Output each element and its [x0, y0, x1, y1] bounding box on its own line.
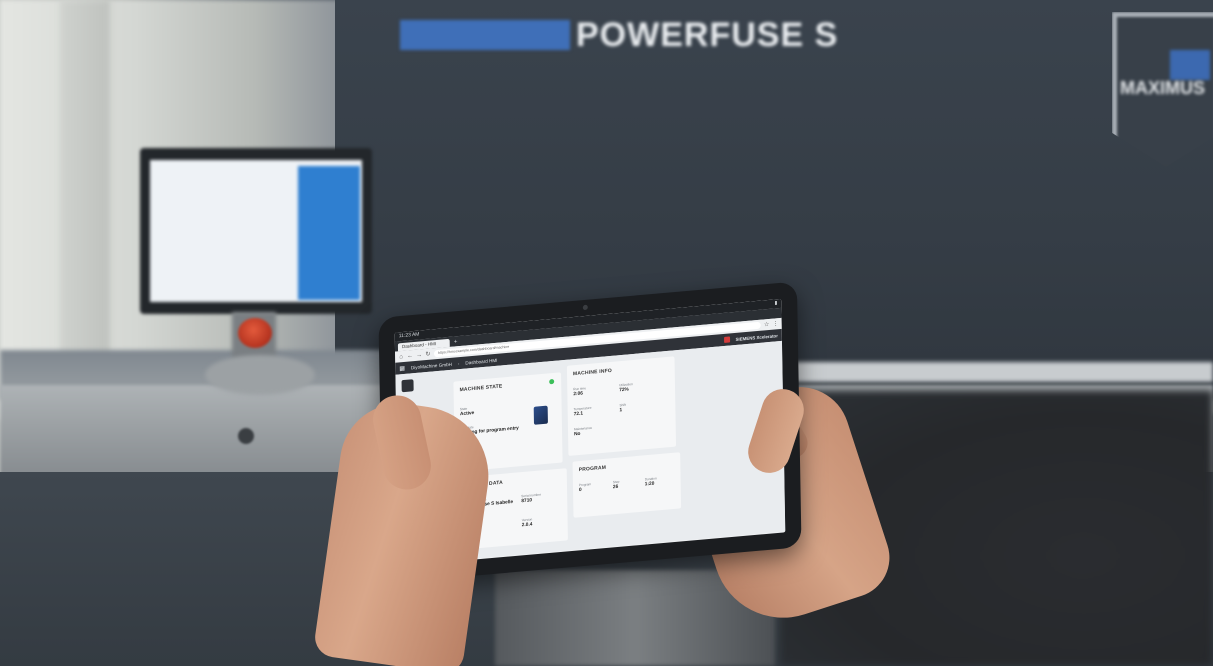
breadcrumb-separator: ›	[457, 360, 460, 366]
breadcrumb-company[interactable]: DiyoMachine GmbH	[411, 361, 452, 370]
battery-icon: ▮	[774, 300, 778, 307]
master-value-4: 2.0.4	[521, 522, 533, 529]
info-value-5: No	[574, 431, 581, 438]
reload-icon[interactable]: ↻	[425, 351, 431, 359]
menu-dots-icon[interactable]: ⋮	[773, 320, 779, 328]
brand-blue-block	[400, 20, 570, 50]
info-value-1: 2:06	[573, 391, 583, 398]
home-icon[interactable]: ⌂	[398, 353, 404, 360]
info-label-1: Run time	[573, 386, 587, 392]
machine-brand-logo: POWERFUSE S	[400, 14, 838, 56]
breadcrumb-page[interactable]: Dashboard HMI	[465, 357, 497, 365]
program-label-3: Duration	[644, 476, 657, 482]
program-label-2: Step	[612, 479, 620, 485]
background-badge-text: MAXIMUS	[1120, 78, 1205, 98]
back-arrow-icon[interactable]: ←	[407, 353, 413, 360]
info-value-3: 72.1	[573, 411, 584, 418]
machine-info-title: MACHINE INFO	[572, 367, 613, 378]
background-badge-blue	[1170, 50, 1210, 80]
background-hmi-sidebar	[298, 166, 360, 300]
program-value-3: 1:20	[644, 481, 655, 488]
emergency-stop-button	[238, 318, 272, 348]
app-grid-icon[interactable]: ▦	[399, 364, 405, 372]
state-label: State	[459, 406, 468, 412]
info-value-2: 72%	[619, 387, 629, 394]
photo-scene: POWERFUSE S MAXIMUS 11:23 AM ▮ Dashboard…	[0, 0, 1213, 666]
machine-state-title: MACHINE STATE	[459, 383, 503, 394]
alert-icon[interactable]	[723, 336, 730, 344]
tablet-camera-icon	[582, 304, 588, 311]
info-label-2: Utilization	[619, 382, 633, 388]
machine-rail	[760, 362, 1213, 382]
program-value-1: 0	[578, 487, 582, 494]
machine-info-card: MACHINE INFO Run time 2:06 Utilization 7…	[566, 356, 677, 456]
info-label-5: Maintenance	[573, 425, 593, 432]
program-value-2: 26	[612, 484, 619, 491]
counter-knob	[238, 428, 254, 444]
master-value-2: 8710	[521, 498, 533, 505]
star-icon[interactable]: ☆	[764, 321, 770, 329]
info-value-4: 1	[619, 408, 623, 414]
status-ok-icon	[549, 378, 555, 385]
machine-thumbnail	[533, 405, 548, 425]
hmi-base	[205, 355, 315, 395]
brand-name-text: POWERFUSE S	[576, 15, 839, 54]
program-title: PROGRAM	[578, 464, 607, 474]
program-label-1: Program	[578, 482, 592, 488]
info-label-4: Shift	[619, 402, 626, 408]
forward-arrow-icon[interactable]: →	[416, 352, 422, 359]
header-brand: SIEMENS Xcelerator	[735, 332, 778, 342]
status-time: 11:23 AM	[398, 331, 420, 340]
program-card: PROGRAM Program 0 Step 26 Duration 1:20	[572, 452, 682, 518]
new-tab-icon[interactable]: +	[450, 338, 462, 347]
background-pillar	[60, 0, 110, 380]
side-logo-icon[interactable]	[401, 379, 414, 393]
state-value: Active	[459, 411, 475, 418]
